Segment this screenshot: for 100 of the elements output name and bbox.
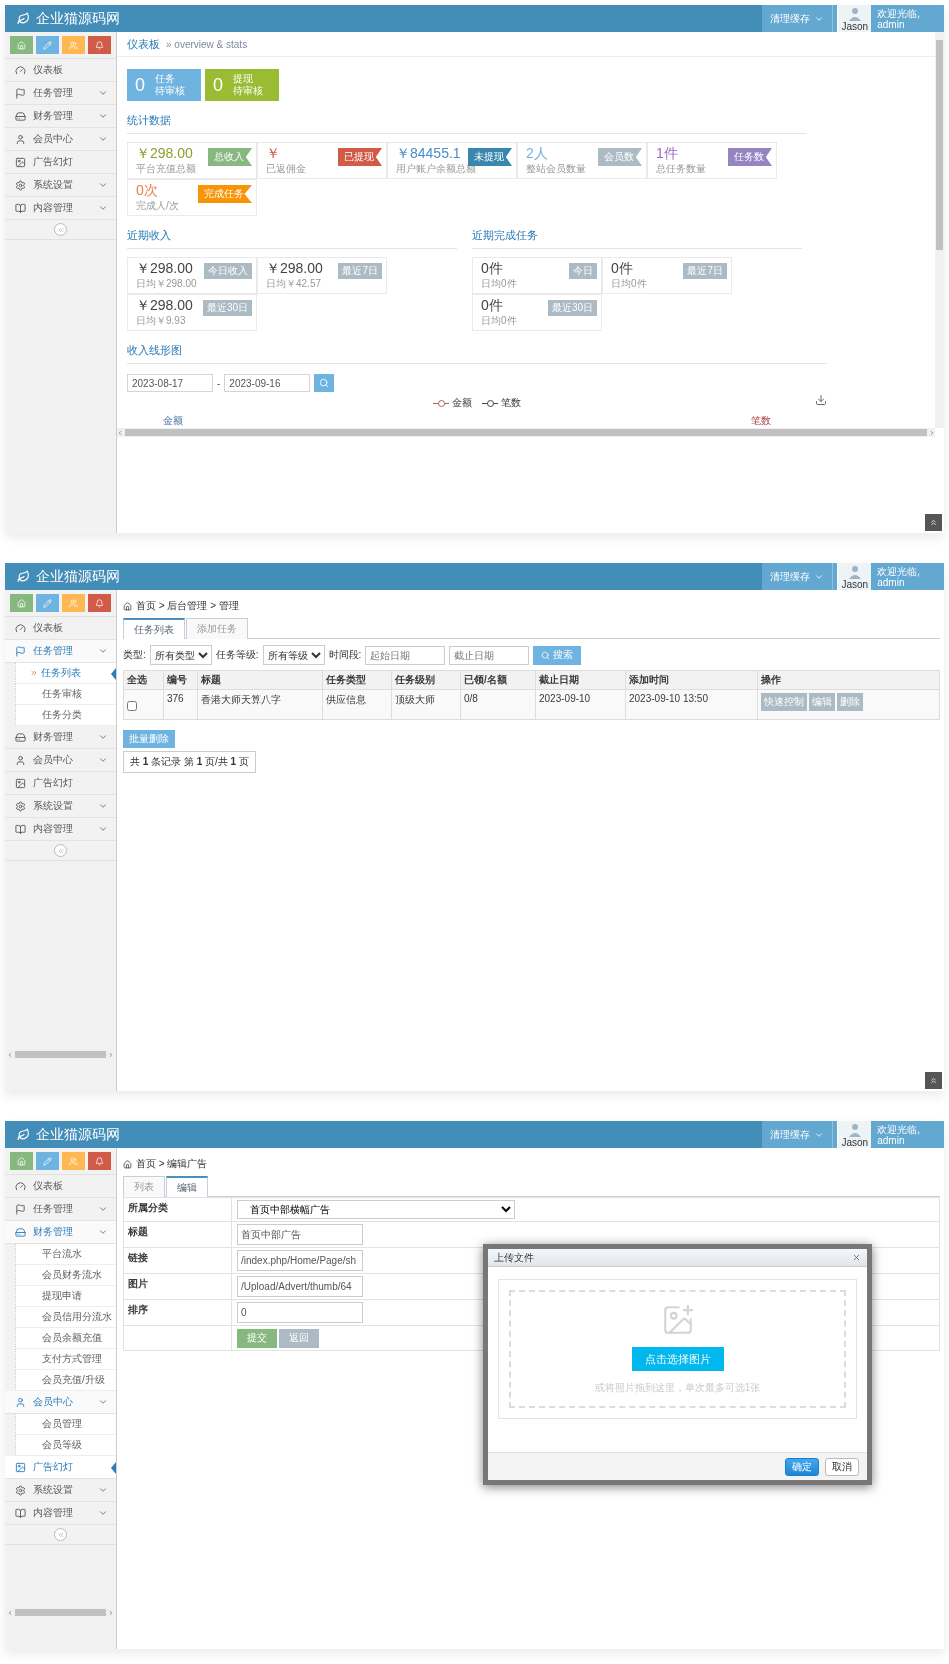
chevron-down-icon bbox=[98, 203, 108, 213]
user-icon bbox=[15, 1396, 26, 1408]
shortcut-button[interactable] bbox=[88, 594, 111, 612]
sidebar-subitem[interactable]: 会员管理 bbox=[15, 1414, 116, 1435]
book-icon bbox=[15, 823, 26, 835]
sidebar-item[interactable]: 广告幻灯 bbox=[5, 1456, 116, 1479]
dashboard-icon bbox=[15, 1180, 26, 1192]
scroll-left-icon bbox=[7, 1051, 13, 1058]
stat-value: 1件 bbox=[656, 145, 678, 162]
period-label: 最近30日 bbox=[202, 300, 252, 316]
pencil-icon bbox=[43, 1156, 52, 1166]
shortcut-button[interactable] bbox=[62, 1152, 85, 1170]
shortcut-button[interactable] bbox=[88, 1152, 111, 1170]
bell-icon bbox=[95, 598, 104, 608]
user-name: admin bbox=[877, 18, 905, 30]
end-date-field[interactable]: 截止日期 bbox=[449, 645, 530, 665]
period-label: 最近7日 bbox=[338, 263, 382, 279]
sidebar-subitem[interactable]: 支付方式管理 bbox=[15, 1349, 116, 1370]
start-date-field[interactable]: 2023-08-17 bbox=[127, 374, 213, 392]
horizontal-scrollbar[interactable] bbox=[7, 1608, 114, 1617]
sidebar-subitem[interactable]: 会员余额充值 bbox=[15, 1328, 116, 1349]
scroll-right-icon bbox=[929, 429, 935, 436]
sidebar-subitem[interactable]: 会员财务流水 bbox=[15, 1265, 116, 1286]
pencil-icon bbox=[43, 598, 52, 608]
summary-value: ￥298.00 bbox=[266, 260, 323, 277]
bell-icon bbox=[95, 1156, 104, 1166]
vertical-scrollbar[interactable] bbox=[935, 32, 944, 428]
horizontal-scrollbar[interactable] bbox=[7, 1050, 114, 1059]
sidebar-subitem[interactable]: 提现申请 bbox=[15, 1286, 116, 1307]
search-icon bbox=[541, 650, 551, 660]
stat-value: 0次 bbox=[136, 182, 158, 199]
input-field[interactable]: 0 bbox=[237, 1302, 363, 1323]
sidebar-item[interactable]: 会员中心 bbox=[5, 1391, 116, 1414]
collapse-button[interactable] bbox=[54, 1528, 67, 1541]
collapse-button[interactable] bbox=[54, 223, 67, 236]
back-to-top-button[interactable] bbox=[925, 514, 942, 531]
axis-title: 笔数 bbox=[751, 414, 771, 428]
book-icon bbox=[15, 1507, 26, 1519]
type-select[interactable]: 所有类型 bbox=[149, 645, 212, 665]
field-label: 所属分类 bbox=[124, 1198, 232, 1221]
table-cell: 顶级大师 bbox=[391, 689, 461, 720]
column-header: 任务级别 bbox=[391, 670, 461, 690]
period-label: 今日收入 bbox=[204, 263, 252, 279]
sidebar-subitem[interactable]: 会员充值/升级 bbox=[15, 1370, 116, 1391]
shortcut-button[interactable] bbox=[36, 36, 59, 54]
home-icon bbox=[17, 1156, 26, 1166]
period-label: 最近30日 bbox=[547, 300, 597, 316]
section-title: 近期收入 bbox=[127, 228, 457, 249]
scroll-left-icon bbox=[117, 429, 123, 436]
dialog-button[interactable]: 取消 bbox=[825, 1457, 859, 1476]
row-checkbox[interactable] bbox=[127, 701, 137, 711]
sidebar-subitem[interactable]: 会员等级 bbox=[15, 1435, 116, 1456]
shortcut-button[interactable] bbox=[10, 594, 33, 612]
stat-value: 2人 bbox=[526, 145, 548, 162]
tile-subtitle: 待审核 bbox=[155, 85, 185, 97]
drive-icon bbox=[15, 1226, 26, 1238]
tab[interactable]: 编辑 bbox=[166, 1176, 208, 1197]
input-field[interactable]: /index.php/Home/Page/sh bbox=[237, 1250, 363, 1271]
gear-icon bbox=[15, 179, 26, 191]
sidebar-subitem[interactable]: 会员信用分流水 bbox=[15, 1307, 116, 1328]
level-select[interactable]: 所有等级 bbox=[262, 645, 325, 665]
page-title: 仪表板 bbox=[127, 36, 160, 52]
close-button[interactable] bbox=[852, 1253, 861, 1262]
shortcut-button[interactable] bbox=[62, 594, 85, 612]
category-select[interactable]: 首页中部横幅广告 bbox=[237, 1200, 515, 1219]
period-label: 今日 bbox=[569, 263, 597, 279]
sidebar-subitem[interactable]: 平台流水 bbox=[15, 1244, 116, 1265]
chevron-down-icon bbox=[98, 1485, 108, 1495]
shortcut-button[interactable] bbox=[88, 36, 111, 54]
chevron-down-icon bbox=[98, 1508, 108, 1518]
user-menu[interactable]: Jason 欢迎光临, admin bbox=[832, 5, 944, 32]
sidebar-subitem[interactable]: 任务列表 bbox=[15, 663, 116, 684]
back-to-top-button[interactable] bbox=[925, 1072, 942, 1089]
search-button[interactable] bbox=[314, 374, 335, 392]
tab[interactable]: 任务列表 bbox=[123, 618, 185, 639]
sidebar-subitem[interactable]: 任务审核 bbox=[15, 684, 116, 705]
sidebar-subitem[interactable]: 任务分类 bbox=[15, 705, 116, 726]
shortcut-button[interactable] bbox=[10, 1152, 33, 1170]
image-icon bbox=[15, 156, 26, 168]
chevron-down-icon bbox=[98, 180, 108, 190]
start-date-field[interactable]: 起始日期 bbox=[365, 645, 446, 665]
sidebar-item[interactable]: 任务管理 bbox=[5, 640, 116, 663]
input-field[interactable]: /Upload/Advert/thumb/64 bbox=[237, 1276, 363, 1297]
end-date-field[interactable]: 2023-09-16 bbox=[224, 374, 311, 392]
shortcut-button[interactable] bbox=[36, 1152, 59, 1170]
input-field[interactable]: 首页中部广告 bbox=[237, 1224, 363, 1245]
table-cell: 香港大师天算八字 bbox=[197, 689, 323, 720]
column-header: 已领/名额 bbox=[460, 670, 536, 690]
horizontal-scrollbar[interactable] bbox=[117, 428, 935, 437]
filter-label: 类型: bbox=[123, 648, 146, 662]
avatar-caption: Jason bbox=[841, 1137, 869, 1148]
drive-icon bbox=[15, 110, 26, 122]
sidebar-item[interactable]: 财务管理 bbox=[5, 1221, 116, 1244]
search-icon bbox=[319, 378, 330, 388]
user-menu[interactable]: Jason 欢迎光临, admin bbox=[832, 563, 944, 590]
shortcut-button[interactable] bbox=[36, 594, 59, 612]
shortcut-button[interactable] bbox=[10, 36, 33, 54]
shortcut-button[interactable] bbox=[62, 36, 85, 54]
collapse-button[interactable] bbox=[54, 844, 67, 857]
user-menu[interactable]: Jason 欢迎光临, admin bbox=[832, 1121, 944, 1148]
